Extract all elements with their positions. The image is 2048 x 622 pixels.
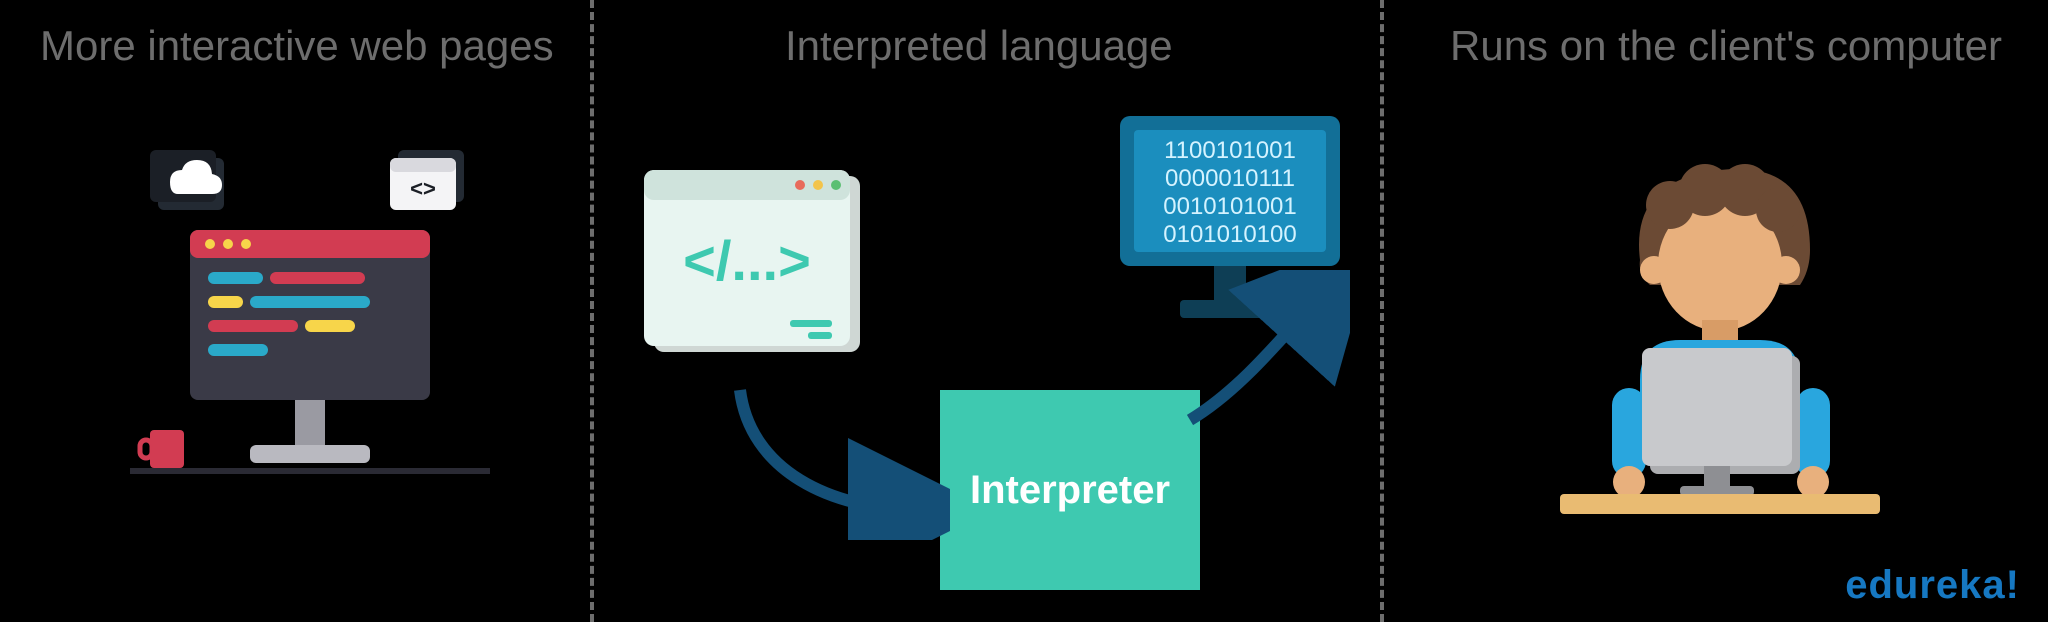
- client-desk: [1560, 494, 1880, 514]
- client-user-illustration: [1520, 160, 1920, 540]
- diagram-stage: More interactive web pages Interpreted l…: [0, 0, 2048, 622]
- svg-text:0010101001: 0010101001: [1163, 193, 1296, 220]
- panel-title-center: Interpreted language: [785, 22, 1173, 70]
- desktop-monitor-icon: [190, 230, 430, 463]
- desk-line: [130, 468, 490, 474]
- brand-logo: edureka!: [1845, 563, 2020, 608]
- panel-title-left: More interactive web pages: [40, 22, 554, 70]
- code-window-icon: </...>: [640, 170, 870, 370]
- svg-text:0101010100: 0101010100: [1163, 221, 1296, 248]
- webdev-illustration: <>: [130, 150, 490, 530]
- interpreter-box: Interpreter: [940, 390, 1200, 590]
- svg-text:0000010111: 0000010111: [1165, 165, 1295, 192]
- svg-text:</...>: </...>: [683, 229, 811, 292]
- code-chip-icon: <>: [390, 150, 464, 210]
- client-monitor-icon: [1642, 348, 1800, 496]
- svg-text:<>: <>: [410, 176, 436, 201]
- divider-2: [1380, 0, 1384, 622]
- mug-icon: [140, 430, 184, 468]
- arrow-code-to-interpreter: [720, 380, 950, 540]
- panel-title-right: Runs on the client's computer: [1450, 22, 2002, 70]
- svg-text:1100101001: 1100101001: [1164, 137, 1296, 164]
- cloud-icon: [150, 150, 224, 210]
- arrow-interpreter-to-output: [1180, 270, 1350, 430]
- interpreter-label: Interpreter: [970, 468, 1170, 513]
- divider-1: [590, 0, 594, 622]
